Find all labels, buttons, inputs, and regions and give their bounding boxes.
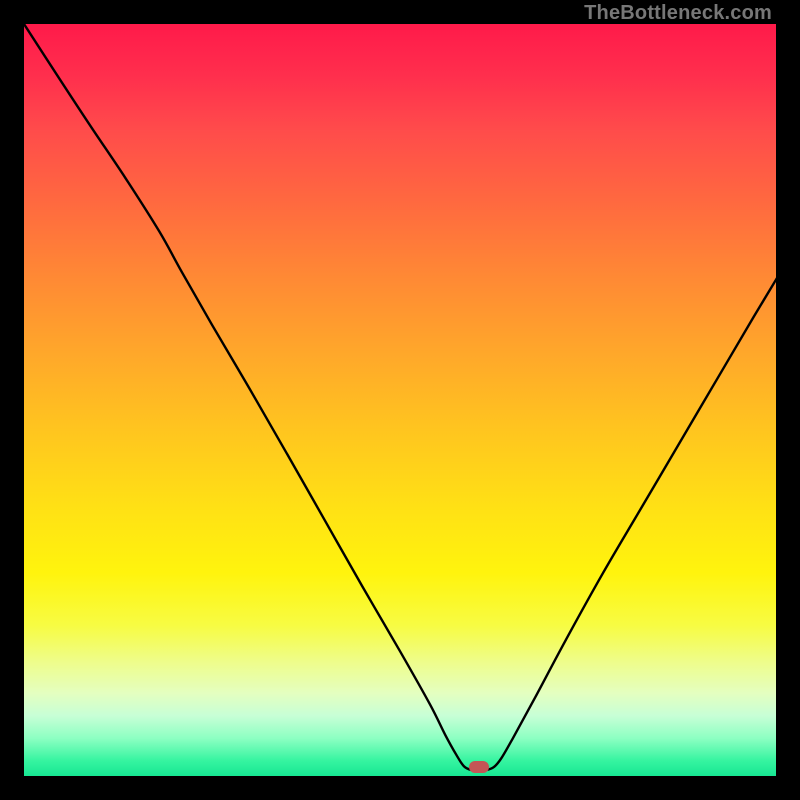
- min-marker: [469, 761, 489, 773]
- plot-area: [24, 24, 776, 776]
- chart-frame: TheBottleneck.com: [0, 0, 800, 800]
- bottleneck-curve: [24, 24, 776, 776]
- watermark-text: TheBottleneck.com: [584, 2, 772, 25]
